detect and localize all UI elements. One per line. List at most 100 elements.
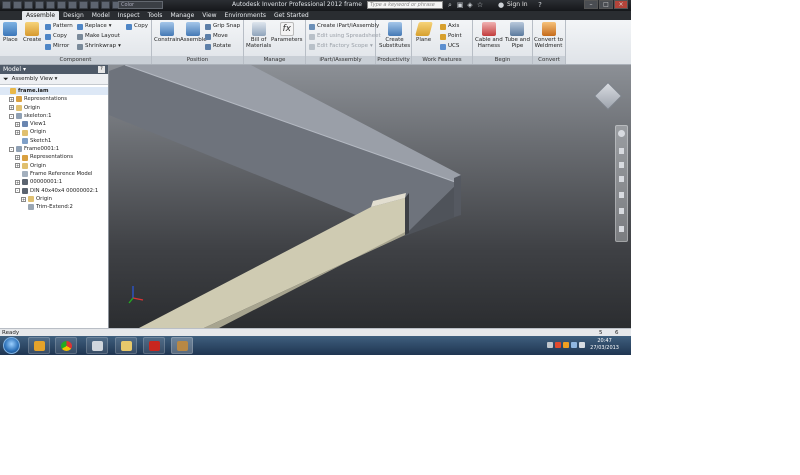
component-panel-title[interactable]: Component [0, 56, 151, 64]
plane-button[interactable]: Plane [414, 22, 433, 43]
steering-wheel-icon[interactable] [618, 130, 625, 137]
taskbar-inventor[interactable] [171, 337, 193, 354]
tree-node[interactable]: - Frame0001:1 [0, 145, 108, 153]
tab-view[interactable]: View [198, 11, 220, 20]
tree-node[interactable]: + Origin [0, 162, 108, 170]
maximize-icon[interactable]: □ [599, 0, 613, 9]
tree-node[interactable]: Sketch1 [0, 137, 108, 145]
expand-toggle-icon[interactable]: + [15, 130, 20, 136]
tree-node[interactable]: +00000001:1 [0, 178, 108, 186]
create-button[interactable]: Create [23, 22, 41, 43]
edit-spreadsheet-button[interactable]: Edit using Spreadsheet [309, 33, 381, 40]
copy2-button[interactable]: Copy [126, 23, 148, 30]
expand-toggle-icon[interactable]: + [21, 196, 26, 202]
expand-toggle-icon[interactable]: - [9, 146, 14, 152]
grip-snap-button[interactable]: Grip Snap [205, 23, 240, 30]
color-override-select[interactable]: Color [118, 1, 163, 9]
tree-node[interactable]: - skeleton:1 [0, 112, 108, 120]
create-substitutes-button[interactable]: Create Substitutes [379, 22, 410, 49]
chevron-down-icon[interactable]: ▾ [23, 66, 26, 73]
tree-node[interactable]: Trim-Extend:2 [0, 203, 108, 211]
manage-panel-title[interactable]: Manage [244, 56, 305, 64]
expand-toggle-icon[interactable]: + [9, 105, 14, 111]
volume-icon[interactable] [579, 342, 585, 348]
subscription-icon[interactable]: ▣ [456, 1, 464, 9]
tree-node[interactable]: frame.iam [0, 87, 108, 96]
tab-tools[interactable]: Tools [144, 11, 167, 20]
edit-factory-scope-button[interactable]: Edit Factory Scope ▾ [309, 43, 373, 50]
updates-icon[interactable] [563, 342, 569, 348]
expand-toggle-icon[interactable]: + [15, 179, 20, 185]
bill-of-materials-button[interactable]: Bill of Materials [246, 22, 271, 49]
expand-toggle-icon[interactable]: - [9, 113, 14, 119]
tab-assemble[interactable]: Assemble [22, 11, 60, 20]
help-search-input[interactable]: Type a keyword or phrase [367, 1, 443, 9]
app-menu-icon[interactable] [2, 1, 11, 9]
productivity-panel-title[interactable]: Productivity [376, 56, 411, 64]
constrain-button[interactable]: Constrain [154, 22, 180, 43]
shrinkwrap-button[interactable]: Shrinkwrap ▾ [77, 43, 121, 50]
tree-node[interactable]: + Origin [0, 128, 108, 136]
pan-icon[interactable] [619, 148, 624, 154]
home-icon[interactable] [68, 1, 77, 9]
taskbar-acrobat[interactable] [143, 337, 165, 354]
point-button[interactable]: Point [440, 33, 462, 40]
navbar-options-icon[interactable] [619, 226, 624, 232]
convert-to-weldment-button[interactable]: Convert to Weldment [534, 22, 563, 49]
start-button[interactable] [3, 337, 20, 354]
search-icon[interactable]: ⌕ [446, 1, 454, 9]
tab-environments[interactable]: Environments [221, 11, 270, 20]
taskbar-app[interactable] [86, 337, 108, 354]
copy-button[interactable]: Copy [45, 33, 67, 40]
expand-toggle-icon[interactable]: + [15, 163, 20, 169]
redo-icon[interactable] [57, 1, 66, 9]
cable-harness-button[interactable]: Cable and Harness [475, 22, 503, 49]
look-at-icon[interactable] [619, 192, 624, 198]
ucs-button[interactable]: UCS [440, 43, 459, 50]
tab-manage[interactable]: Manage [166, 11, 198, 20]
open-icon[interactable] [24, 1, 33, 9]
sign-in-link[interactable]: Sign In [507, 1, 528, 8]
favorites-icon[interactable]: ☆ [476, 1, 484, 9]
tree-node[interactable]: + Representations [0, 153, 108, 161]
mirror-button[interactable]: Mirror [45, 43, 69, 50]
tab-get-started[interactable]: Get Started [270, 11, 313, 20]
move-button[interactable]: Move [205, 33, 228, 40]
tab-design[interactable]: Design [59, 11, 88, 20]
properties-icon[interactable] [101, 1, 110, 9]
close-icon[interactable]: × [614, 0, 628, 9]
ipart-panel-title[interactable]: iPart/iAssembly [306, 56, 375, 64]
place-button[interactable]: Place [3, 22, 18, 43]
taskbar-chrome[interactable] [55, 337, 77, 354]
minimize-icon[interactable]: – [584, 0, 598, 9]
help-icon[interactable]: ? [536, 1, 544, 9]
pattern-button[interactable]: Pattern [45, 23, 73, 30]
expand-toggle-icon[interactable]: - [15, 188, 20, 194]
rotate-button[interactable]: Rotate [205, 43, 231, 50]
new-icon[interactable] [13, 1, 22, 9]
save-icon[interactable] [35, 1, 44, 9]
assembly-view-select[interactable]: Assembly View ▾ [12, 74, 58, 84]
expand-toggle-icon[interactable]: + [9, 96, 14, 102]
tree-node[interactable]: + Origin [0, 195, 108, 203]
network-icon[interactable] [571, 342, 577, 348]
tree-node[interactable]: - DIN 40x40x4 00000002:1 [0, 187, 108, 195]
make-layout-button[interactable]: Make Layout [77, 33, 120, 40]
undo-icon[interactable] [46, 1, 55, 9]
tab-inspect[interactable]: Inspect [114, 11, 144, 20]
expand-toggle-icon[interactable]: + [15, 155, 20, 161]
select-icon[interactable] [79, 1, 88, 9]
communication-center-icon[interactable]: ◈ [466, 1, 474, 9]
taskbar-explorer[interactable] [115, 337, 137, 354]
taskbar-media-player[interactable] [28, 337, 50, 354]
tree-node[interactable]: + Representations [0, 95, 108, 103]
parameters-button[interactable]: fx Parameters [271, 22, 302, 43]
graphics-viewport[interactable] [109, 65, 631, 328]
axis-button[interactable]: Axis [440, 23, 459, 30]
show-hidden-icon[interactable] [547, 342, 553, 348]
begin-panel-title[interactable]: Begin [473, 56, 532, 64]
tree-node[interactable]: Frame Reference Model [0, 170, 108, 178]
create-ipart-button[interactable]: Create iPart/iAssembly [309, 23, 379, 30]
zoom-icon[interactable] [619, 162, 624, 168]
assemble-button[interactable]: Assemble [180, 22, 207, 43]
